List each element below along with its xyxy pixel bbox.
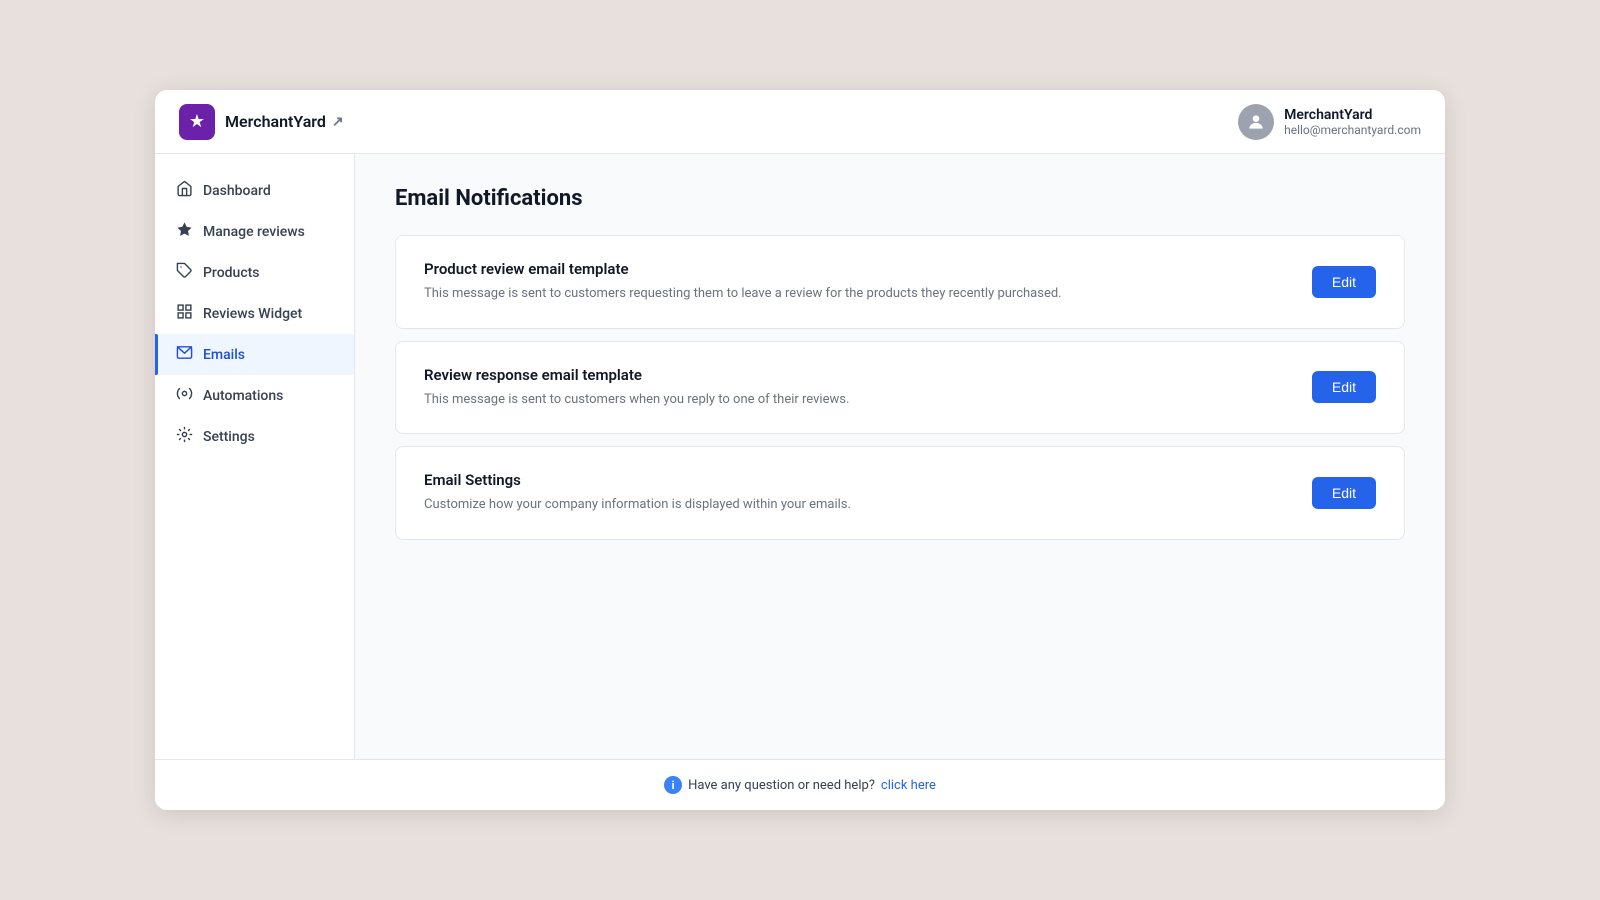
card-text-email-settings: Email Settings Customize how your compan… [424,471,1288,515]
settings-icon [175,426,193,447]
sidebar-item-label-automations: Automations [203,388,283,404]
edit-button-email-settings[interactable]: Edit [1312,477,1376,509]
avatar [1238,104,1274,140]
card-title-review-response-template: Review response email template [424,366,1288,384]
card-text-review-response-template: Review response email template This mess… [424,366,1288,410]
products-icon [175,262,193,283]
edit-button-review-response-template[interactable]: Edit [1312,371,1376,403]
external-link-icon[interactable]: ↗ [332,114,344,130]
logo-icon: ★ [179,104,215,140]
footer-text: Have any question or need help? [688,778,875,793]
sidebar-item-label-dashboard: Dashboard [203,183,271,199]
reviews-widget-icon [175,303,193,324]
app-name-text: MerchantYard [225,112,326,131]
cards-container: Product review email template This messa… [395,235,1405,540]
sidebar-item-dashboard[interactable]: Dashboard [155,170,354,211]
sidebar-item-automations[interactable]: Automations [155,375,354,416]
sidebar-item-label-products: Products [203,265,260,281]
sidebar-item-emails[interactable]: Emails [155,334,354,375]
card-email-settings: Email Settings Customize how your compan… [395,446,1405,540]
page-title: Email Notifications [395,186,1405,211]
app-container: ★ MerchantYard ↗ MerchantYard hello@merc… [155,90,1445,810]
main-content: Email Notifications Product review email… [355,154,1445,759]
info-icon: i [664,776,682,794]
sidebar: Dashboard Manage reviews Products Review… [155,154,355,759]
footer-link[interactable]: click here [881,778,936,793]
sidebar-item-label-settings: Settings [203,429,255,445]
card-text-product-review-template: Product review email template This messa… [424,260,1288,304]
app-name: MerchantYard ↗ [225,112,344,131]
sidebar-item-reviews-widget[interactable]: Reviews Widget [155,293,354,334]
dashboard-icon [175,180,193,201]
footer: i Have any question or need help? click … [155,759,1445,810]
card-title-email-settings: Email Settings [424,471,1288,489]
automations-icon [175,385,193,406]
header: ★ MerchantYard ↗ MerchantYard hello@merc… [155,90,1445,154]
edit-button-product-review-template[interactable]: Edit [1312,266,1376,298]
sidebar-item-manage-reviews[interactable]: Manage reviews [155,211,354,252]
emails-icon [175,344,193,365]
user-info: MerchantYard hello@merchantyard.com [1284,107,1421,137]
body: Dashboard Manage reviews Products Review… [155,154,1445,759]
card-desc-review-response-template: This message is sent to customers when y… [424,390,1288,410]
header-left: ★ MerchantYard ↗ [179,104,344,140]
card-title-product-review-template: Product review email template [424,260,1288,278]
sidebar-item-products[interactable]: Products [155,252,354,293]
card-desc-product-review-template: This message is sent to customers reques… [424,284,1288,304]
card-product-review-template: Product review email template This messa… [395,235,1405,329]
sidebar-item-label-manage-reviews: Manage reviews [203,224,305,240]
card-desc-email-settings: Customize how your company information i… [424,495,1288,515]
manage-reviews-icon [175,221,193,242]
user-email: hello@merchantyard.com [1284,123,1421,137]
sidebar-item-settings[interactable]: Settings [155,416,354,457]
sidebar-item-label-emails: Emails [203,347,245,363]
user-name: MerchantYard [1284,107,1372,123]
header-right: MerchantYard hello@merchantyard.com [1238,104,1421,140]
card-review-response-template: Review response email template This mess… [395,341,1405,435]
sidebar-item-label-reviews-widget: Reviews Widget [203,306,302,322]
